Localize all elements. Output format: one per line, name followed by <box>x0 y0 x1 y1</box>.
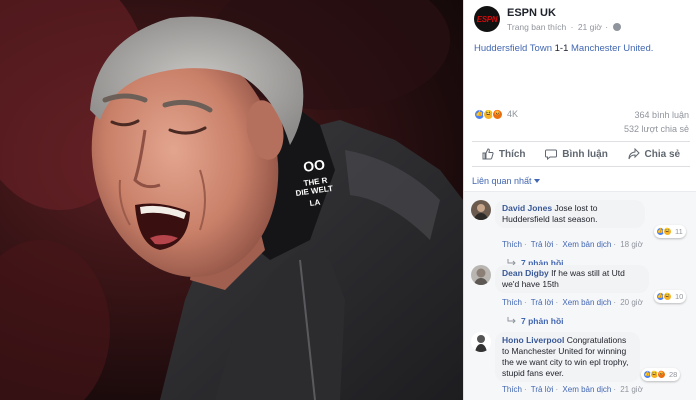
post-meta: Trang ban thích · 21 giờ · <box>507 22 622 32</box>
page-name[interactable]: ESPN UK <box>507 7 556 19</box>
comment-reactions[interactable]: 👍 😆 😡 28 <box>641 368 681 381</box>
comment-icon <box>545 149 558 160</box>
comment-reaction-count: 10 <box>675 292 684 301</box>
caret-down-icon <box>533 179 540 183</box>
comment-translate-link[interactable]: Xem bản dịch <box>562 298 611 307</box>
haha-reaction-icon: 😆 <box>663 292 672 301</box>
haha-reaction-icon: 😆 <box>663 227 672 236</box>
score-text: 1-1 <box>554 43 569 54</box>
like-button[interactable]: Thích <box>482 148 526 160</box>
reaction-count: 4K <box>507 109 519 119</box>
comment-bubble: Hono Liverpool Congratulations to Manche… <box>495 332 640 382</box>
photo-viewer[interactable]: OO THE R DIE WELT LA <box>0 0 463 400</box>
jacket-text-1: OO <box>302 156 326 175</box>
comment-actions: Thích · Trả lời · Xem bản dịch · 18 giờ <box>502 240 643 249</box>
reply-arrow-icon <box>507 317 516 324</box>
comment-actions: Thích · Trả lời · Xem bản dịch · 21 giờ <box>502 385 643 394</box>
comment-reaction-count: 11 <box>675 227 683 236</box>
espn-logo-text: ESPN <box>476 14 498 24</box>
post-header: ESPN ESPN UK Trang ban thích · 21 giờ · <box>474 6 694 34</box>
globe-icon <box>613 23 622 31</box>
angry-reaction-icon: 😡 <box>492 108 503 120</box>
comments-list: David Jones Jose lost to Huddersfield la… <box>464 191 696 400</box>
comment-time[interactable]: 18 giờ <box>620 240 643 249</box>
comment-like-link[interactable]: Thích <box>502 385 522 394</box>
comment-like-link[interactable]: Thích <box>502 240 522 249</box>
team1-link[interactable]: Huddersfield Town <box>474 43 552 54</box>
post-text: Huddersfield Town 1-1 Manchester United. <box>474 43 689 54</box>
post-stats: 364 bình luận 532 lượt chia sẻ <box>624 108 689 136</box>
reactions-summary[interactable]: 👍 😆 😡 4K <box>474 107 518 121</box>
post-actions: Thích Bình luận Chia sẻ <box>472 141 690 167</box>
comment-reaction-count: 28 <box>669 370 678 379</box>
comment-reactions[interactable]: 👍 😆 11 <box>654 225 686 238</box>
jacket-text-4: LA <box>309 198 321 208</box>
thumbs-up-icon <box>482 148 494 160</box>
comment-time[interactable]: 21 giờ <box>620 385 643 394</box>
comment-sort-dropdown[interactable]: Liên quan nhất <box>472 176 540 186</box>
comment-actions: Thích · Trả lời · Xem bản dịch · 20 giờ <box>502 298 643 307</box>
comments-count[interactable]: 364 bình luận <box>624 108 689 122</box>
comment-time[interactable]: 20 giờ <box>620 298 643 307</box>
meta-label: Trang ban thích <box>507 22 567 32</box>
comment-reply-link[interactable]: Trả lời <box>531 385 554 394</box>
sort-label: Liên quan nhất <box>472 176 532 186</box>
avatar[interactable] <box>471 265 491 285</box>
page-avatar[interactable]: ESPN <box>474 6 500 32</box>
avatar[interactable] <box>471 200 491 220</box>
comment-reactions[interactable]: 👍 😆 10 <box>654 290 687 303</box>
view-replies-link[interactable]: 7 phản hồi <box>507 316 564 326</box>
comment-translate-link[interactable]: Xem bản dịch <box>562 385 611 394</box>
comment-label: Bình luận <box>562 148 608 160</box>
comment-bubble: David Jones Jose lost to Huddersfield la… <box>495 200 645 228</box>
angry-reaction-icon: 😡 <box>657 370 666 379</box>
like-label: Thích <box>498 148 526 160</box>
avatar[interactable] <box>471 332 491 352</box>
post-photo: OO THE R DIE WELT LA <box>0 0 463 400</box>
post-time[interactable]: 21 giờ <box>578 22 602 32</box>
share-label: Chia sẻ <box>644 148 681 160</box>
comment-translate-link[interactable]: Xem bản dịch <box>562 240 611 249</box>
post-panel: ESPN ESPN UK Trang ban thích · 21 giờ · … <box>463 0 696 400</box>
replies-label: 7 phản hồi <box>521 316 564 326</box>
comment-author[interactable]: Dean Digby <box>502 268 549 278</box>
comment-author[interactable]: Hono Liverpool <box>502 335 564 345</box>
comment-reply-link[interactable]: Trả lời <box>531 240 554 249</box>
shares-count[interactable]: 532 lượt chia sẻ <box>624 122 689 136</box>
share-button[interactable]: Chia sẻ <box>628 148 681 160</box>
comment-like-link[interactable]: Thích <box>502 298 522 307</box>
share-icon <box>628 148 640 160</box>
comment-author[interactable]: David Jones <box>502 203 552 213</box>
comment-reply-link[interactable]: Trả lời <box>531 298 554 307</box>
comment-bubble: Dean Digby If he was still at Utd we'd h… <box>495 265 649 293</box>
comment-button[interactable]: Bình luận <box>545 148 608 160</box>
team2-link[interactable]: Manchester United. <box>571 43 653 54</box>
